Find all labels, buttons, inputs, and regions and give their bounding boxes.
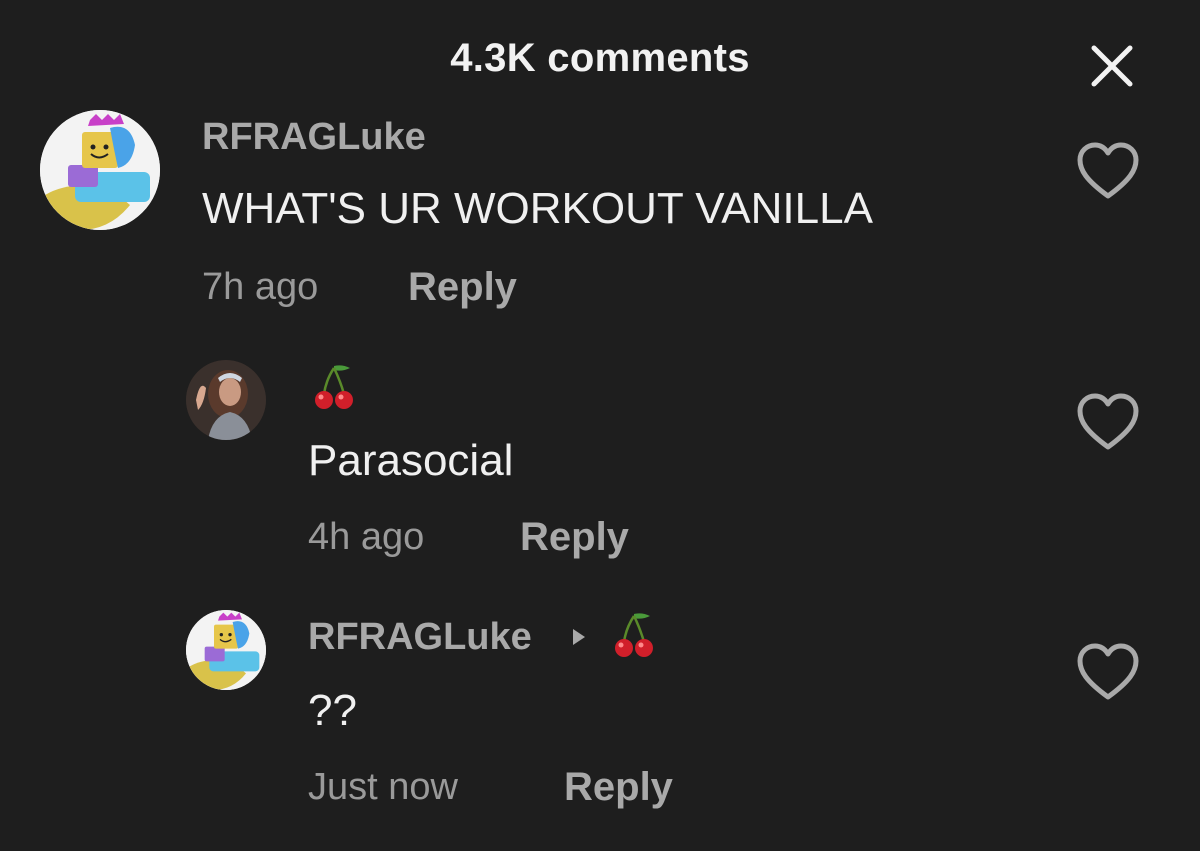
comments-sheet: 4.3K comments RFRAGLuke WHAT'S UR WORKOU: [0, 0, 1200, 851]
comment-text: ??: [308, 686, 357, 735]
cherry-emoji-icon[interactable]: [612, 610, 656, 665]
like-button[interactable]: [1076, 643, 1140, 703]
reply-arrow-icon: [570, 626, 588, 653]
comment-timestamp: Just now: [308, 766, 458, 808]
roblox-avatar-icon: [186, 610, 266, 690]
reply-button[interactable]: Reply: [564, 765, 673, 810]
avatar[interactable]: [186, 610, 266, 690]
comment-username[interactable]: RFRAGLuke: [308, 616, 532, 659]
heart-outline-icon: [1077, 643, 1139, 700]
comment-item: RFRAGLuke ?? Just now Reply: [0, 0, 1200, 851]
